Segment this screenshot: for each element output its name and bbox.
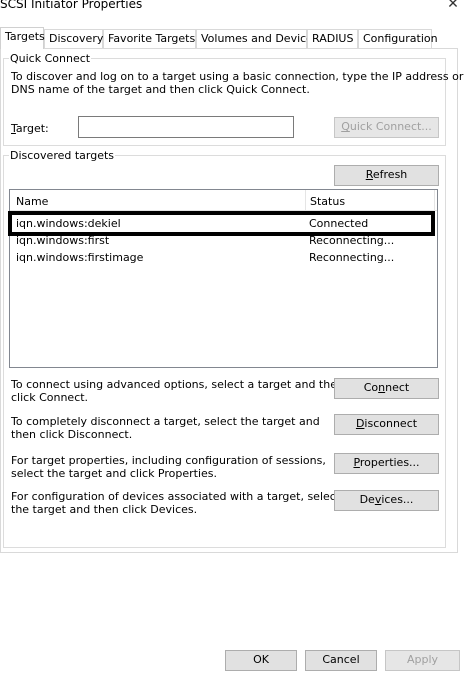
tab-favorite-targets-label: Favorite Targets	[108, 32, 196, 45]
tab-discovery-label: Discovery	[49, 32, 104, 45]
properties-label-post: roperties...	[359, 456, 420, 469]
table-row[interactable]: iqn.windows:first Reconnecting...	[10, 232, 437, 249]
tab-configuration-label: Configuration	[363, 32, 438, 45]
quick-connect-description-2: DNS name of the target and then click Qu…	[11, 83, 310, 96]
connect-label-post: nect	[385, 381, 410, 394]
connect-description-2: click Connect.	[11, 391, 89, 404]
target-label: Target:	[11, 122, 49, 135]
refresh-button[interactable]: Refresh	[334, 165, 439, 186]
tab-discovery[interactable]: Discovery	[44, 29, 103, 48]
properties-button[interactable]: Properties...	[334, 453, 439, 474]
quick-connect-button[interactable]: Quick Connect...	[334, 117, 439, 138]
target-name: iqn.windows:firstimage	[16, 251, 144, 264]
target-status: Reconnecting...	[309, 234, 395, 247]
quick-connect-accesskey: Q	[341, 120, 350, 133]
target-label-text: arget:	[15, 122, 49, 135]
target-status: Reconnecting...	[309, 251, 395, 264]
connect-description-1: To connect using advanced options, selec…	[11, 378, 344, 391]
refresh-accesskey: R	[365, 168, 373, 181]
cancel-button[interactable]: Cancel	[305, 650, 377, 671]
disconnect-description-2: then click Disconnect.	[11, 428, 133, 441]
target-status: Connected	[309, 217, 369, 230]
ok-button[interactable]: OK	[225, 650, 297, 671]
devices-description-1: For configuration of devices associated …	[11, 490, 341, 503]
quick-connect-legend: Quick Connect	[9, 52, 92, 65]
devices-label-post: ices...	[381, 493, 414, 506]
title-bar: SCSI Initiator Properties ✕	[0, 0, 467, 14]
connect-button[interactable]: Connect	[334, 378, 439, 399]
quick-connect-label: uick Connect...	[349, 120, 432, 133]
tab-targets-label: Targets	[5, 30, 45, 43]
column-header-status[interactable]: Status	[304, 190, 434, 211]
quick-connect-description-1: To discover and log on to a target using…	[11, 70, 464, 83]
disconnect-label-post: isconnect	[364, 417, 418, 430]
refresh-label: efresh	[372, 168, 408, 181]
targets-list[interactable]: Name Status iqn.windows:dekiel Connected…	[9, 189, 438, 368]
target-input[interactable]	[78, 116, 294, 138]
tab-volumes-and-devices-label: Volumes and Devices	[201, 32, 319, 45]
targets-list-header: Name Status	[10, 190, 437, 211]
window-title: SCSI Initiator Properties	[0, 0, 143, 11]
apply-button[interactable]: Apply	[385, 650, 460, 671]
devices-description-2: the target and then click Devices.	[11, 503, 198, 516]
column-header-name[interactable]: Name	[10, 190, 305, 211]
disconnect-description-1: To completely disconnect a target, selec…	[11, 415, 320, 428]
column-separator[interactable]	[434, 190, 435, 211]
tab-radius-label: RADIUS	[312, 32, 354, 45]
properties-description-2: select the target and click Properties.	[11, 467, 218, 480]
connect-label-pre: Co	[363, 381, 379, 394]
devices-label-pre: De	[359, 493, 375, 506]
tab-favorite-targets[interactable]: Favorite Targets	[103, 29, 196, 48]
target-name: iqn.windows:dekiel	[16, 217, 121, 230]
tab-configuration[interactable]: Configuration	[358, 29, 438, 48]
devices-button[interactable]: Devices...	[334, 490, 439, 511]
target-name: iqn.windows:first	[16, 234, 110, 247]
tab-targets[interactable]: Targets	[0, 27, 45, 49]
discovered-targets-legend: Discovered targets	[9, 149, 116, 162]
tab-volumes-and-devices[interactable]: Volumes and Devices	[196, 29, 319, 48]
close-icon[interactable]: ✕	[446, 0, 460, 12]
properties-description-1: For target properties, including configu…	[11, 454, 326, 467]
table-row[interactable]: iqn.windows:firstimage Reconnecting...	[10, 249, 437, 266]
disconnect-button[interactable]: Disconnect	[334, 414, 439, 435]
tab-radius[interactable]: RADIUS	[307, 29, 358, 48]
table-row[interactable]: iqn.windows:dekiel Connected	[10, 215, 437, 232]
